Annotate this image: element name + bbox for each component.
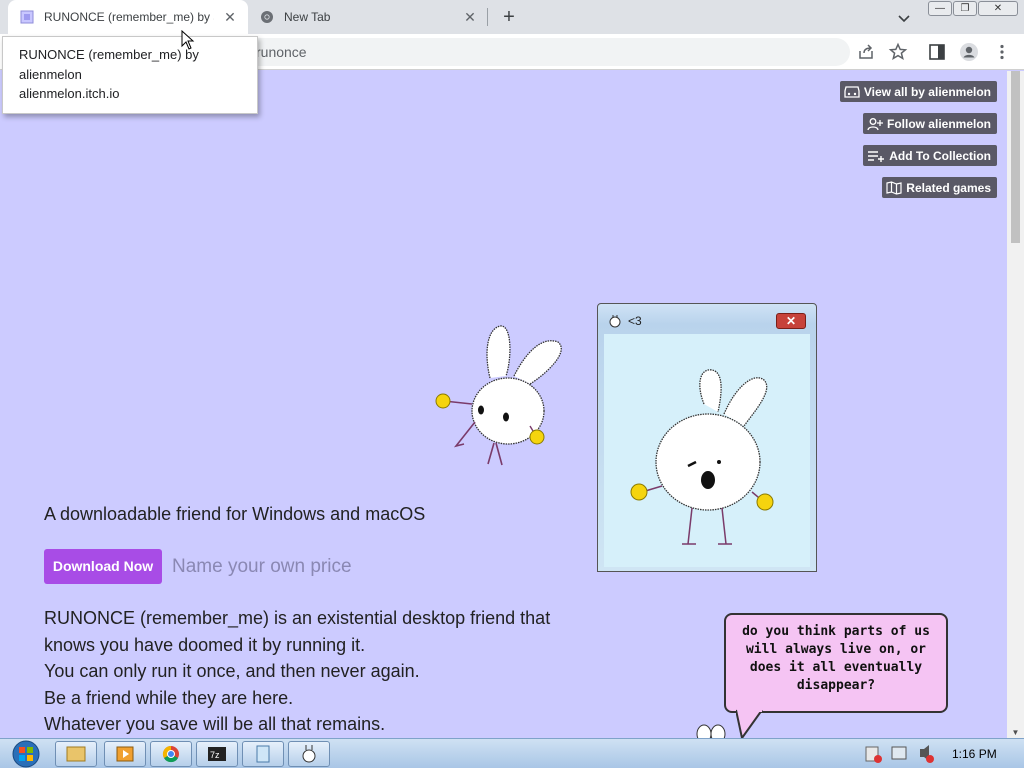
profile-avatar-icon[interactable]	[959, 42, 979, 62]
tooltip-domain: alienmelon.itch.io	[19, 86, 120, 101]
mouse-cursor-icon	[181, 30, 195, 50]
tab-title: New Tab	[284, 10, 331, 24]
tab-hover-tooltip: RUNONCE (remember_me) by alienmelon alie…	[2, 36, 258, 114]
game-window-close-button[interactable]: ✕	[776, 313, 806, 329]
view-all-label: View all by alienmelon	[863, 84, 991, 99]
new-tab-button[interactable]: +	[498, 7, 520, 29]
map-icon	[886, 180, 902, 195]
price-label: Name your own price	[172, 556, 352, 577]
list-add-icon	[868, 150, 885, 162]
bunny-character-image	[630, 369, 774, 545]
tab-strip: RUNONCE (remember_me) by alienmelon ✕ Ne…	[0, 0, 1024, 34]
address-text: runonce	[256, 44, 307, 60]
svg-text:7z: 7z	[210, 750, 220, 760]
add-to-collection-label: Add To Collection	[889, 148, 991, 163]
description-line: RUNONCE (remember_me) is an existential …	[44, 608, 551, 628]
windows-taskbar: 7z 1:16 PM	[0, 738, 1024, 768]
speech-bubble-tail	[736, 708, 763, 740]
system-tray-icons[interactable]	[862, 739, 942, 768]
related-games-button[interactable]: Related games	[882, 177, 997, 198]
taskbar-clock[interactable]: 1:16 PM	[952, 747, 997, 761]
game-window-title: <3	[628, 314, 642, 328]
follow-button[interactable]: Follow alienmelon	[862, 113, 997, 134]
game-tagline: A downloadable friend for Windows and ma…	[44, 504, 426, 524]
page-scrollbar[interactable]: ▼	[1007, 71, 1024, 738]
7zip-taskbar-icon[interactable]: 7z	[196, 741, 238, 767]
speech-bubble: do you think parts of us will always liv…	[724, 613, 948, 713]
share-icon[interactable]	[856, 42, 876, 62]
tab-new-tab[interactable]: New Tab ✕	[252, 0, 488, 34]
game-description: RUNONCE (remember_me) is an existential …	[44, 605, 604, 738]
file-explorer-taskbar-icon[interactable]	[55, 741, 97, 767]
notepad-taskbar-icon[interactable]	[242, 741, 284, 767]
tab-divider	[487, 8, 488, 26]
bunny-sprite-image	[435, 325, 562, 466]
related-games-label: Related games	[906, 180, 991, 195]
chrome-icon	[261, 11, 273, 23]
restore-window-button[interactable]: ❐	[953, 1, 977, 16]
game-window-titlebar: <3	[608, 314, 642, 328]
speech-bubble-text: do you think parts of us will always liv…	[742, 624, 930, 693]
close-tab-icon[interactable]: ✕	[222, 9, 238, 25]
bookmark-star-icon[interactable]	[888, 42, 908, 62]
download-now-button[interactable]: Download Now	[44, 549, 162, 584]
gamepad-icon	[844, 85, 860, 98]
close-window-button[interactable]: ✕	[978, 1, 1018, 16]
follow-label: Follow alienmelon	[886, 116, 991, 131]
description-line: You can only run it once, and then never…	[44, 661, 420, 681]
view-all-button[interactable]: View all by alienmelon	[839, 81, 997, 102]
description-line: knows you have doomed it by running it.	[44, 634, 366, 655]
bunny-app-icon	[609, 315, 621, 328]
tab-title: RUNONCE (remember_me) by alienmelon	[44, 10, 214, 24]
itch-favicon-icon	[20, 10, 34, 24]
windows-start-icon[interactable]	[6, 739, 46, 768]
media-player-taskbar-icon[interactable]	[104, 741, 146, 767]
bunny-ears-peek-image	[696, 724, 726, 738]
add-to-collection-button[interactable]: Add To Collection	[863, 145, 997, 166]
game-window[interactable]: <3 ✕	[597, 303, 817, 572]
tab-search-chevron-icon[interactable]	[894, 8, 914, 28]
game-window-canvas[interactable]	[604, 334, 810, 567]
tooltip-title: RUNONCE (remember_me) by alienmelon	[19, 47, 199, 82]
side-panel-icon[interactable]	[927, 42, 947, 62]
description-line: Be a friend while they are here.	[44, 687, 294, 708]
scroll-down-arrow-icon[interactable]: ▼	[1011, 728, 1020, 737]
runonce-taskbar-icon[interactable]	[288, 741, 330, 767]
scrollbar-thumb[interactable]	[1011, 71, 1020, 243]
close-tab-icon[interactable]: ✕	[462, 9, 478, 25]
description-line: Whatever you save will be all that remai…	[44, 714, 386, 734]
user-plus-icon	[867, 117, 883, 130]
chrome-taskbar-icon[interactable]	[150, 741, 192, 767]
minimize-window-button[interactable]: —	[928, 1, 952, 16]
tab-runonce[interactable]: RUNONCE (remember_me) by alienmelon ✕	[8, 0, 248, 34]
menu-kebab-icon[interactable]	[992, 42, 1012, 62]
